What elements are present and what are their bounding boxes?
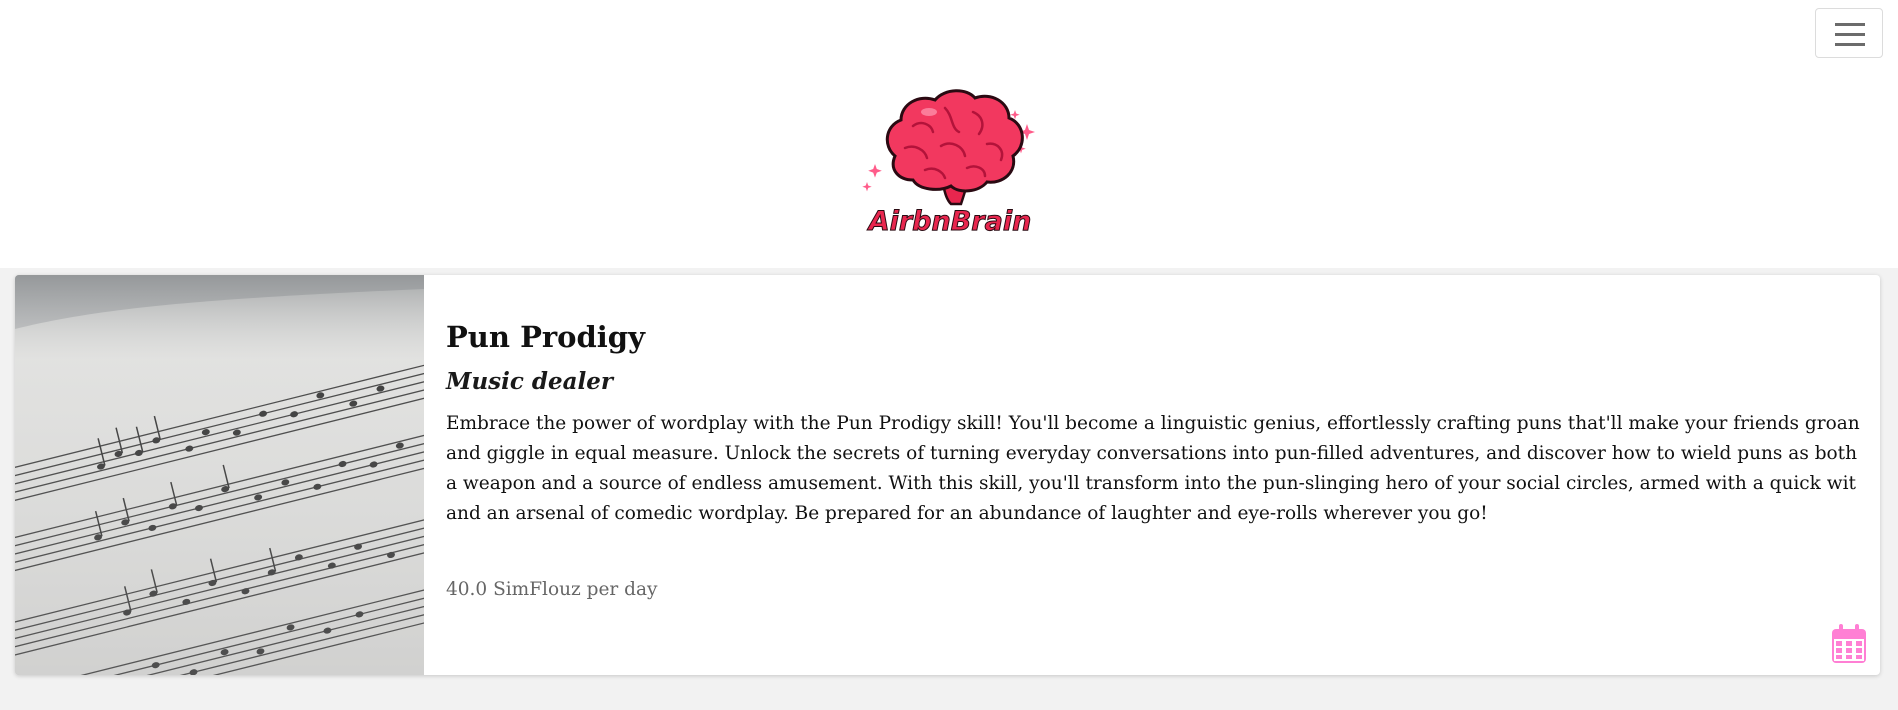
skill-title[interactable]: Pun Prodigy xyxy=(446,320,645,354)
brain-icon xyxy=(862,89,1035,206)
skill-description: Embrace the power of wordplay with the P… xyxy=(446,413,1860,524)
book-calendar-button[interactable] xyxy=(1830,623,1868,665)
hamburger-menu-icon xyxy=(1835,23,1865,26)
site-header: AirbnBrain xyxy=(0,0,1898,268)
brand-name: AirbnBrain xyxy=(868,206,1032,238)
skill-card[interactable]: Pun Prodigy Music dealer Embrace the pow… xyxy=(15,275,1880,675)
skill-price: 40.0 SimFlouz per day xyxy=(446,579,658,600)
hamburger-menu-icon-bar xyxy=(1835,43,1865,46)
skill-category: Music dealer xyxy=(446,368,613,395)
skill-card-body: Pun Prodigy Music dealer Embrace the pow… xyxy=(432,275,1872,675)
calendar-icon xyxy=(1832,624,1866,663)
menu-toggle-button[interactable] xyxy=(1815,8,1883,58)
sheet-music-photo xyxy=(15,275,424,675)
page: AirbnBrain Pun Prodigy Music dealer Embr… xyxy=(0,0,1898,710)
sheet-music-image xyxy=(15,275,424,675)
hamburger-menu-icon-bar xyxy=(1835,33,1865,36)
brand-logo[interactable]: AirbnBrain xyxy=(855,86,1045,246)
